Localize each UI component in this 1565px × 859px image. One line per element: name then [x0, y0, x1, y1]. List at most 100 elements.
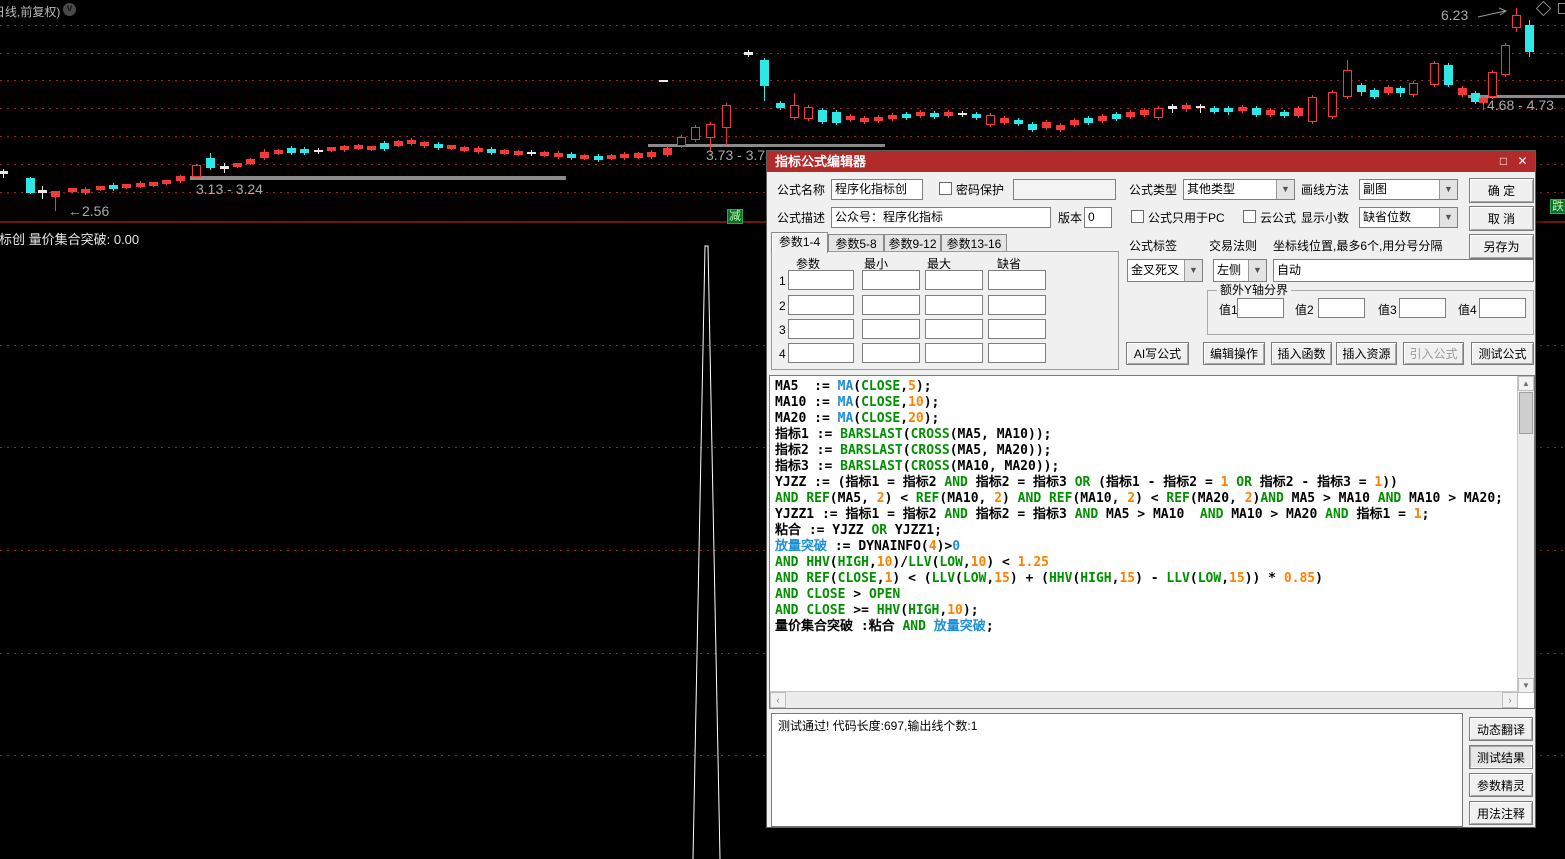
- code-token: OPEN: [868, 587, 901, 602]
- trade-rule-select[interactable]: 左侧 ▼: [1213, 259, 1267, 282]
- code-token: ) <: [884, 491, 916, 506]
- import-formula-button: 引入公式: [1403, 342, 1464, 365]
- trade-rule-value: 左侧: [1217, 263, 1242, 277]
- pc-only-checkbox[interactable]: [1131, 210, 1144, 223]
- param-input[interactable]: [862, 295, 920, 315]
- code-token: CLOSE: [861, 411, 901, 426]
- code-token: );: [923, 395, 940, 410]
- scroll-up-icon[interactable]: ▲: [1518, 376, 1534, 391]
- value4-input[interactable]: [1479, 298, 1526, 318]
- code-token: 2: [1244, 491, 1253, 506]
- side-button-2[interactable]: 测试结果: [1469, 745, 1533, 769]
- code-token: BARSLAST: [840, 427, 903, 442]
- side-button-4[interactable]: 用法注释: [1469, 801, 1533, 825]
- vertical-scroll-thumb[interactable]: [1519, 392, 1533, 434]
- code-token: REF: [806, 491, 830, 506]
- param-input[interactable]: [925, 343, 983, 363]
- param-input[interactable]: [862, 270, 920, 290]
- insert-resource-button[interactable]: 插入资源: [1336, 342, 1397, 365]
- param-input[interactable]: [862, 343, 920, 363]
- code-line: AND HHV(HIGH,10)/LLV(LOW,10) < 1.25: [775, 555, 1503, 571]
- dropdown-arrow-icon[interactable]: ▼: [1276, 180, 1294, 199]
- param-input[interactable]: [988, 319, 1046, 339]
- cancel-button[interactable]: 取 消: [1469, 206, 1534, 231]
- coord-line-input[interactable]: 自动: [1273, 259, 1534, 282]
- code-token: (MA10, MA20));: [949, 459, 1060, 474]
- param-input[interactable]: [988, 343, 1046, 363]
- draw-method-select[interactable]: 副图 ▼: [1359, 179, 1458, 200]
- value1-input[interactable]: [1237, 298, 1284, 318]
- insert-function-button[interactable]: 插入函数: [1271, 342, 1332, 365]
- code-token: CLOSE: [837, 571, 877, 586]
- draw-method-value: 副图: [1363, 182, 1388, 196]
- param-input[interactable]: [788, 319, 854, 339]
- code-token: ;: [1421, 507, 1430, 522]
- code-token: CROSS: [910, 443, 950, 458]
- param-input[interactable]: [862, 319, 920, 339]
- code-token: MA5 > MA10: [1098, 507, 1200, 522]
- formula-name-input[interactable]: 程序化指标创: [831, 179, 923, 200]
- param-input[interactable]: [788, 343, 854, 363]
- scroll-left-icon[interactable]: ‹: [770, 692, 786, 708]
- side-button-3[interactable]: 参数精灵: [1469, 773, 1533, 797]
- dropdown-arrow-icon[interactable]: ▼: [1248, 260, 1266, 281]
- code-token: )/: [892, 555, 909, 570]
- code-token: AND: [775, 491, 799, 506]
- code-token: 10: [876, 555, 893, 570]
- test-formula-button[interactable]: 测试公式: [1471, 342, 1534, 365]
- dropdown-arrow-icon[interactable]: ▼: [1439, 180, 1457, 199]
- ai-write-button[interactable]: AI写公式: [1126, 342, 1189, 365]
- param-input[interactable]: [988, 295, 1046, 315]
- param-input[interactable]: [788, 270, 854, 290]
- dropdown-arrow-icon[interactable]: ▼: [1184, 260, 1202, 281]
- side-button-1[interactable]: 动态翻译: [1469, 717, 1533, 741]
- tab-参数1-4[interactable]: 参数1-4: [771, 232, 828, 253]
- param-input[interactable]: [925, 295, 983, 315]
- formula-desc-input[interactable]: 公众号：程序化指标: [831, 207, 1051, 228]
- cloud-formula-checkbox[interactable]: [1243, 210, 1256, 223]
- password-input[interactable]: [1013, 179, 1116, 200]
- save-as-button[interactable]: 另存为: [1469, 234, 1534, 259]
- scroll-right-icon[interactable]: ›: [1502, 692, 1518, 708]
- param-header: 最小: [864, 257, 889, 271]
- scroll-down-icon[interactable]: ▼: [1518, 678, 1534, 693]
- param-input[interactable]: [788, 295, 854, 315]
- version-input[interactable]: 0: [1084, 207, 1112, 228]
- code-token: ,: [876, 571, 885, 586]
- code-token: HIGH: [1080, 571, 1112, 586]
- code-token: AND: [775, 587, 799, 602]
- dropdown-arrow-icon[interactable]: ▼: [1439, 208, 1457, 227]
- param-input[interactable]: [925, 319, 983, 339]
- param-input[interactable]: [925, 270, 983, 290]
- value1-label: 值1: [1219, 303, 1238, 317]
- close-button[interactable]: ✕: [1515, 154, 1530, 169]
- vertical-scrollbar[interactable]: ▲ ▼: [1517, 376, 1534, 693]
- code-token: (: [853, 395, 862, 410]
- dialog-title: 指标公式编辑器: [775, 154, 867, 169]
- code-token: (: [902, 443, 911, 458]
- code-token: );: [962, 603, 979, 618]
- code-token: ) <: [986, 555, 1018, 570]
- param-header: 最大: [927, 257, 952, 271]
- password-protect-checkbox[interactable]: [939, 182, 952, 195]
- minimize-button[interactable]: □: [1496, 154, 1511, 169]
- value3-label: 值3: [1378, 303, 1397, 317]
- dialog-titlebar[interactable]: 指标公式编辑器 □ ✕: [767, 151, 1535, 172]
- code-token: YJZZ1 := 指标1 = 指标2: [775, 507, 945, 522]
- formula-type-select[interactable]: 其他类型 ▼: [1183, 179, 1295, 200]
- ok-button[interactable]: 确 定: [1469, 178, 1534, 203]
- param-input[interactable]: [988, 270, 1046, 290]
- code-token: ) <: [1135, 491, 1167, 506]
- code-editor[interactable]: MA5 := MA(CLOSE,5); MA10 := MA(CLOSE,10);…: [769, 375, 1535, 709]
- value3-input[interactable]: [1399, 298, 1446, 318]
- decimals-select[interactable]: 缺省位数 ▼: [1359, 207, 1458, 228]
- code-line: AND CLOSE >= HHV(HIGH,10);: [775, 603, 1503, 619]
- formula-tag-select[interactable]: 金叉死叉 ▼: [1127, 259, 1203, 282]
- formula-tag-label: 公式标签: [1129, 239, 1178, 253]
- value2-input[interactable]: [1318, 298, 1365, 318]
- code-text[interactable]: MA5 := MA(CLOSE,5); MA10 := MA(CLOSE,10);…: [775, 379, 1503, 635]
- code-token: MA10 > MA20: [1223, 507, 1326, 522]
- edit-ops-button[interactable]: 编辑操作: [1203, 342, 1265, 365]
- horizontal-scrollbar[interactable]: ‹ ›: [770, 691, 1518, 708]
